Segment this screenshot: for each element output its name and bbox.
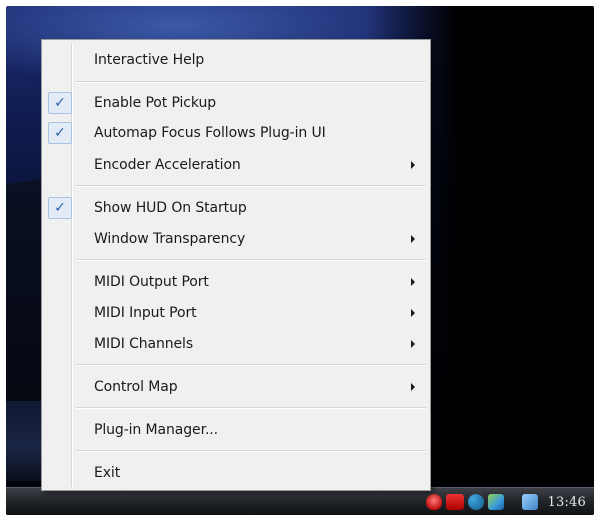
menu-item-label: Control Map <box>94 379 178 395</box>
submenu-arrow-icon <box>411 340 415 348</box>
check-icon: ✓ <box>48 92 72 114</box>
menu-item-label: Plug-in Manager... <box>94 422 218 438</box>
menu-item-label: Automap Focus Follows Plug-in UI <box>94 125 326 141</box>
menu-item-label: Enable Pot Pickup <box>94 95 217 111</box>
menu-separator <box>76 259 426 261</box>
menu-item-label: MIDI Input Port <box>94 305 197 321</box>
menu-item-label: Window Transparency <box>94 231 246 247</box>
speaker-icon[interactable] <box>521 494 538 510</box>
menu-item-label: Interactive Help <box>94 52 205 68</box>
display-icon[interactable] <box>487 494 504 510</box>
antivirus-shield-icon[interactable] <box>425 494 442 510</box>
menu-item-label: Show HUD On Startup <box>94 200 247 216</box>
submenu-arrow-icon <box>411 235 415 243</box>
alert-icon[interactable] <box>445 494 464 510</box>
menu-item-show-hud[interactable]: ✓ Show HUD On Startup <box>45 194 427 222</box>
menu-separator <box>76 407 426 409</box>
context-menu: Interactive Help ✓ Enable Pot Pickup ✓ A… <box>41 39 431 491</box>
menu-item-automap-focus[interactable]: ✓ Automap Focus Follows Plug-in UI <box>45 119 427 147</box>
submenu-arrow-icon <box>411 383 415 391</box>
menu-item-enable-pot-pickup[interactable]: ✓ Enable Pot Pickup <box>45 89 427 117</box>
menu-item-label: MIDI Output Port <box>94 274 209 290</box>
check-icon: ✓ <box>48 122 72 144</box>
menu-separator <box>76 185 426 187</box>
taskbar-clock[interactable]: 13:46 <box>548 495 586 510</box>
menu-separator <box>76 450 426 452</box>
system-tray: 13:46 <box>425 491 586 513</box>
menu-item-midi-input-port[interactable]: MIDI Input Port <box>45 299 427 327</box>
menu-item-midi-channels[interactable]: MIDI Channels <box>45 330 427 358</box>
submenu-arrow-icon <box>411 161 415 169</box>
menu-item-encoder-acceleration[interactable]: Encoder Acceleration <box>45 151 427 179</box>
menu-separator <box>76 81 426 83</box>
menu-item-window-transparency[interactable]: Window Transparency <box>45 225 427 253</box>
submenu-arrow-icon <box>411 278 415 286</box>
menu-item-label: Encoder Acceleration <box>94 157 241 173</box>
taskbar: 13:46 <box>6 487 594 515</box>
menu-item-label: Exit <box>94 465 121 481</box>
menu-item-midi-output-port[interactable]: MIDI Output Port <box>45 268 427 296</box>
menu-item-control-map[interactable]: Control Map <box>45 373 427 401</box>
submenu-arrow-icon <box>411 309 415 317</box>
menu-item-plugin-manager[interactable]: Plug-in Manager... <box>45 416 427 444</box>
menu-item-label: MIDI Channels <box>94 336 194 352</box>
menu-separator <box>76 364 426 366</box>
menu-item-exit[interactable]: Exit <box>45 459 427 487</box>
check-icon: ✓ <box>48 197 72 219</box>
menu-item-interactive-help[interactable]: Interactive Help <box>45 46 427 74</box>
network-icon[interactable] <box>467 494 484 510</box>
